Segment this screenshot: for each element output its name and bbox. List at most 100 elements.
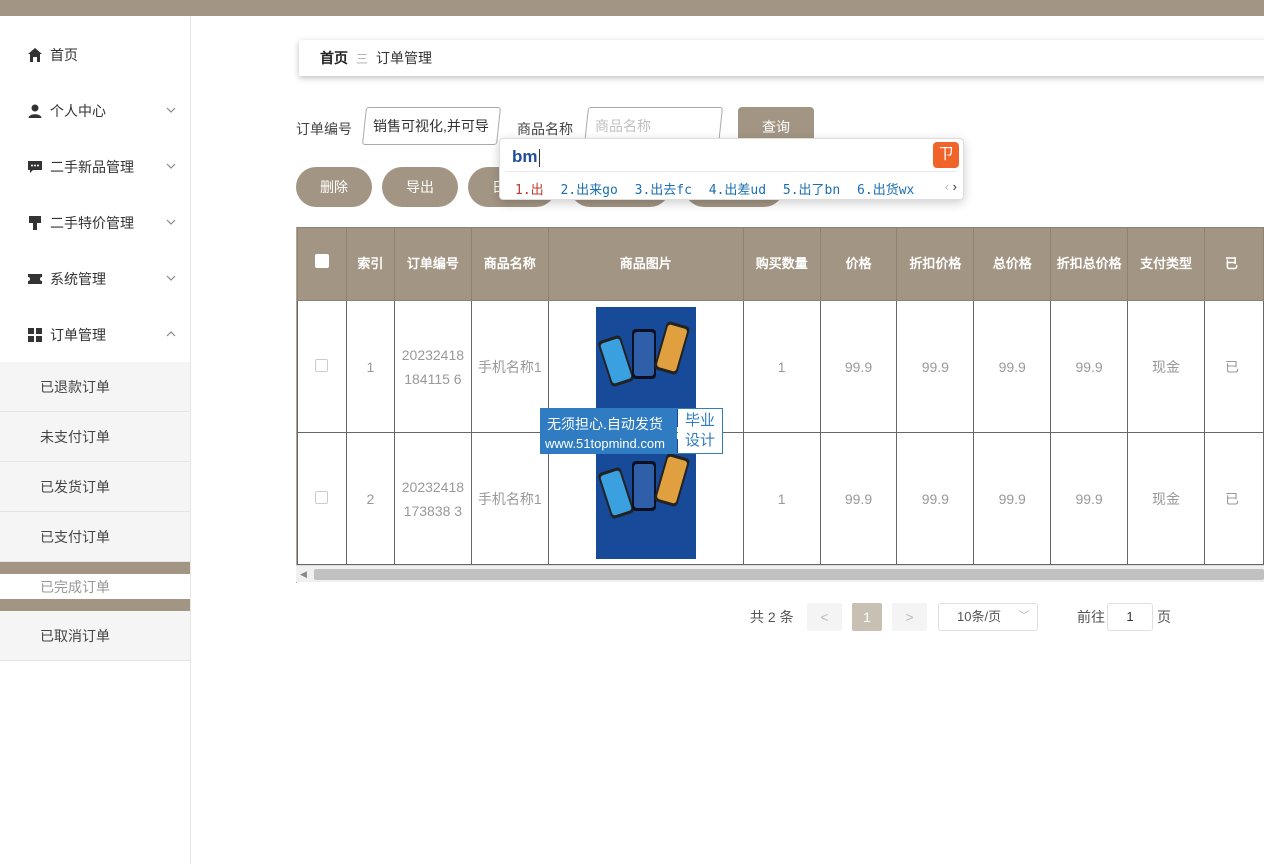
active-band-top [0, 562, 190, 574]
prev-page-button[interactable]: < [807, 603, 842, 631]
sidebar-item-label: 首页 [50, 47, 78, 63]
ime-candidate[interactable]: 6.出货wx [857, 183, 914, 198]
brush-icon [29, 216, 41, 230]
cell-pay-type: 现金 [1127, 300, 1205, 433]
cell-index: 2 [345, 432, 396, 565]
sidebar-item-orders[interactable]: 订单管理 [0, 307, 190, 363]
user-icon [28, 104, 42, 118]
delete-button[interactable]: 删除 [296, 167, 372, 207]
page-1-button[interactable]: 1 [852, 603, 882, 631]
order-no-input[interactable] [373, 118, 490, 134]
cell-discount-price: 99.9 [896, 432, 975, 565]
chevron-down-icon [166, 107, 176, 113]
breadcrumb: 首页 三 订单管理 [299, 40, 1264, 76]
breadcrumb-separator: 三 [356, 51, 369, 66]
sidebar-sub-completed[interactable]: 已完成订单 [0, 574, 190, 599]
sidebar-item-home[interactable]: 首页 [0, 27, 190, 83]
chevron-up-icon [166, 331, 176, 337]
active-band-bottom [0, 599, 190, 611]
cell-discount-total: 99.9 [1050, 300, 1128, 433]
product-name-label: 商品名称 [517, 121, 573, 137]
cell-total: 99.9 [973, 432, 1052, 565]
sidebar-item-personal[interactable]: 个人中心 [0, 83, 190, 139]
sidebar-item-label: 个人中心 [50, 103, 106, 119]
cell-product: 手机名称1 [470, 300, 549, 433]
ime-composition: bm [512, 147, 540, 167]
chevron-down-icon [166, 275, 176, 281]
chevron-down-icon [166, 163, 176, 169]
watermark-line1: 无须担心.自动发货 [547, 416, 663, 432]
sidebar: 首页 个人中心 二手新品管理 二手特价管理 系统管理 订单管理 已退款订单 未支… [0, 16, 191, 864]
cell-index: 1 [345, 300, 396, 433]
sidebar-item-label: 二手特价管理 [50, 215, 134, 231]
ime-page-nav[interactable]: ‹ › [945, 179, 957, 194]
ime-candidate[interactable]: 3.出去fc [635, 183, 692, 198]
top-bar [0, 0, 1264, 16]
column-header: 商品名称 [470, 227, 549, 301]
column-header: 订单编号 [394, 227, 472, 301]
sidebar-item-system[interactable]: 系统管理 [0, 251, 190, 307]
scroll-left-icon[interactable]: ◀ [300, 569, 307, 580]
order-no-label: 订单编号 [296, 121, 352, 137]
ime-candidate[interactable]: 1.出 [515, 183, 544, 198]
sidebar-item-label: 二手新品管理 [50, 159, 134, 175]
sidebar-sub-paid[interactable]: 已支付订单 [0, 512, 190, 562]
row-checkbox[interactable] [315, 490, 329, 504]
cell-qty: 1 [742, 432, 821, 565]
column-header: 索引 [345, 227, 396, 301]
export-button[interactable]: 导出 [382, 167, 458, 207]
column-header: 折扣总价格 [1050, 227, 1128, 301]
page-size-select[interactable]: 10条/页 ﹀ [938, 603, 1038, 631]
cell-total: 99.9 [973, 300, 1052, 433]
product-image[interactable] [595, 438, 696, 559]
cell-discount-price: 99.9 [896, 300, 975, 433]
watermark-line2: www.51topmind.com [545, 436, 665, 451]
page-size-value: 10条/页 [957, 609, 1002, 624]
table-row: 1 20232418184115 6 手机名称1 1 99.9 99.9 99.… [297, 300, 1264, 433]
horizontal-scrollbar[interactable]: ◀ [296, 565, 1264, 582]
ticket-icon [28, 274, 42, 284]
ime-candidate[interactable]: 5.出了bn [783, 183, 840, 198]
cell-status: 已 [1204, 300, 1264, 433]
sidebar-sub-shipped[interactable]: 已发货订单 [0, 462, 190, 512]
table-row: 2 20232418173838 3 手机名称1 1 99.9 99.9 99.… [297, 432, 1264, 565]
ime-candidate[interactable]: 4.出差ud [709, 183, 766, 198]
column-header: 购买数量 [742, 227, 821, 301]
ime-candidate[interactable]: 2.出来go [560, 183, 617, 198]
goto-label: 前往 [1077, 609, 1105, 625]
column-header: 已 [1204, 227, 1264, 301]
breadcrumb-current: 订单管理 [376, 50, 433, 66]
breadcrumb-home[interactable]: 首页 [320, 48, 348, 68]
order-no-field-wrap [362, 107, 501, 145]
sidebar-sub-refunded[interactable]: 已退款订单 [0, 362, 190, 412]
product-name-input[interactable] [595, 118, 712, 134]
select-all-checkbox[interactable] [314, 254, 329, 268]
cell-status: 已 [1204, 432, 1264, 565]
chat-icon [28, 161, 42, 173]
order-table: 索引 订单编号 商品名称 商品图片 购买数量 价格 折扣价格 总价格 折扣总价格… [296, 227, 1264, 583]
watermark-logo: 无须担心.自动发货 www.51topmind.com 毕业 设计 [540, 408, 723, 454]
sidebar-sub-cancelled[interactable]: 已取消订单 [0, 611, 190, 661]
column-header: 折扣价格 [896, 227, 975, 301]
table-header-row: 索引 订单编号 商品名称 商品图片 购买数量 价格 折扣价格 总价格 折扣总价格… [297, 227, 1264, 301]
select-all-cell[interactable] [297, 227, 347, 301]
pagination-total: 共 2 条 [750, 609, 794, 625]
sidebar-item-new-goods[interactable]: 二手新品管理 [0, 139, 190, 195]
row-checkbox[interactable] [315, 358, 329, 372]
next-page-button[interactable]: > [892, 603, 927, 631]
chevron-down-icon [166, 219, 176, 225]
scrollbar-thumb[interactable] [314, 569, 1264, 580]
ime-candidates: 1.出 2.出来go 3.出去fc 4.出差ud 5.出了bn 6.出货wx [515, 179, 923, 198]
cell-discount-total: 99.9 [1050, 432, 1128, 565]
page-unit-label: 页 [1157, 609, 1171, 625]
sidebar-sub-unpaid[interactable]: 未支付订单 [0, 412, 190, 462]
sidebar-item-label: 系统管理 [50, 271, 106, 287]
chevron-down-icon: ﹀ [1019, 611, 1029, 622]
page-jump-input[interactable]: 1 [1107, 603, 1153, 631]
sidebar-item-label: 订单管理 [50, 327, 106, 343]
column-header: 价格 [819, 227, 898, 301]
cell-order-no: 20232418184115 6 [394, 300, 472, 433]
cell-product: 手机名称1 [470, 432, 549, 565]
ime-logo-icon[interactable]: ㄗ [933, 142, 959, 168]
sidebar-item-special-goods[interactable]: 二手特价管理 [0, 195, 190, 251]
